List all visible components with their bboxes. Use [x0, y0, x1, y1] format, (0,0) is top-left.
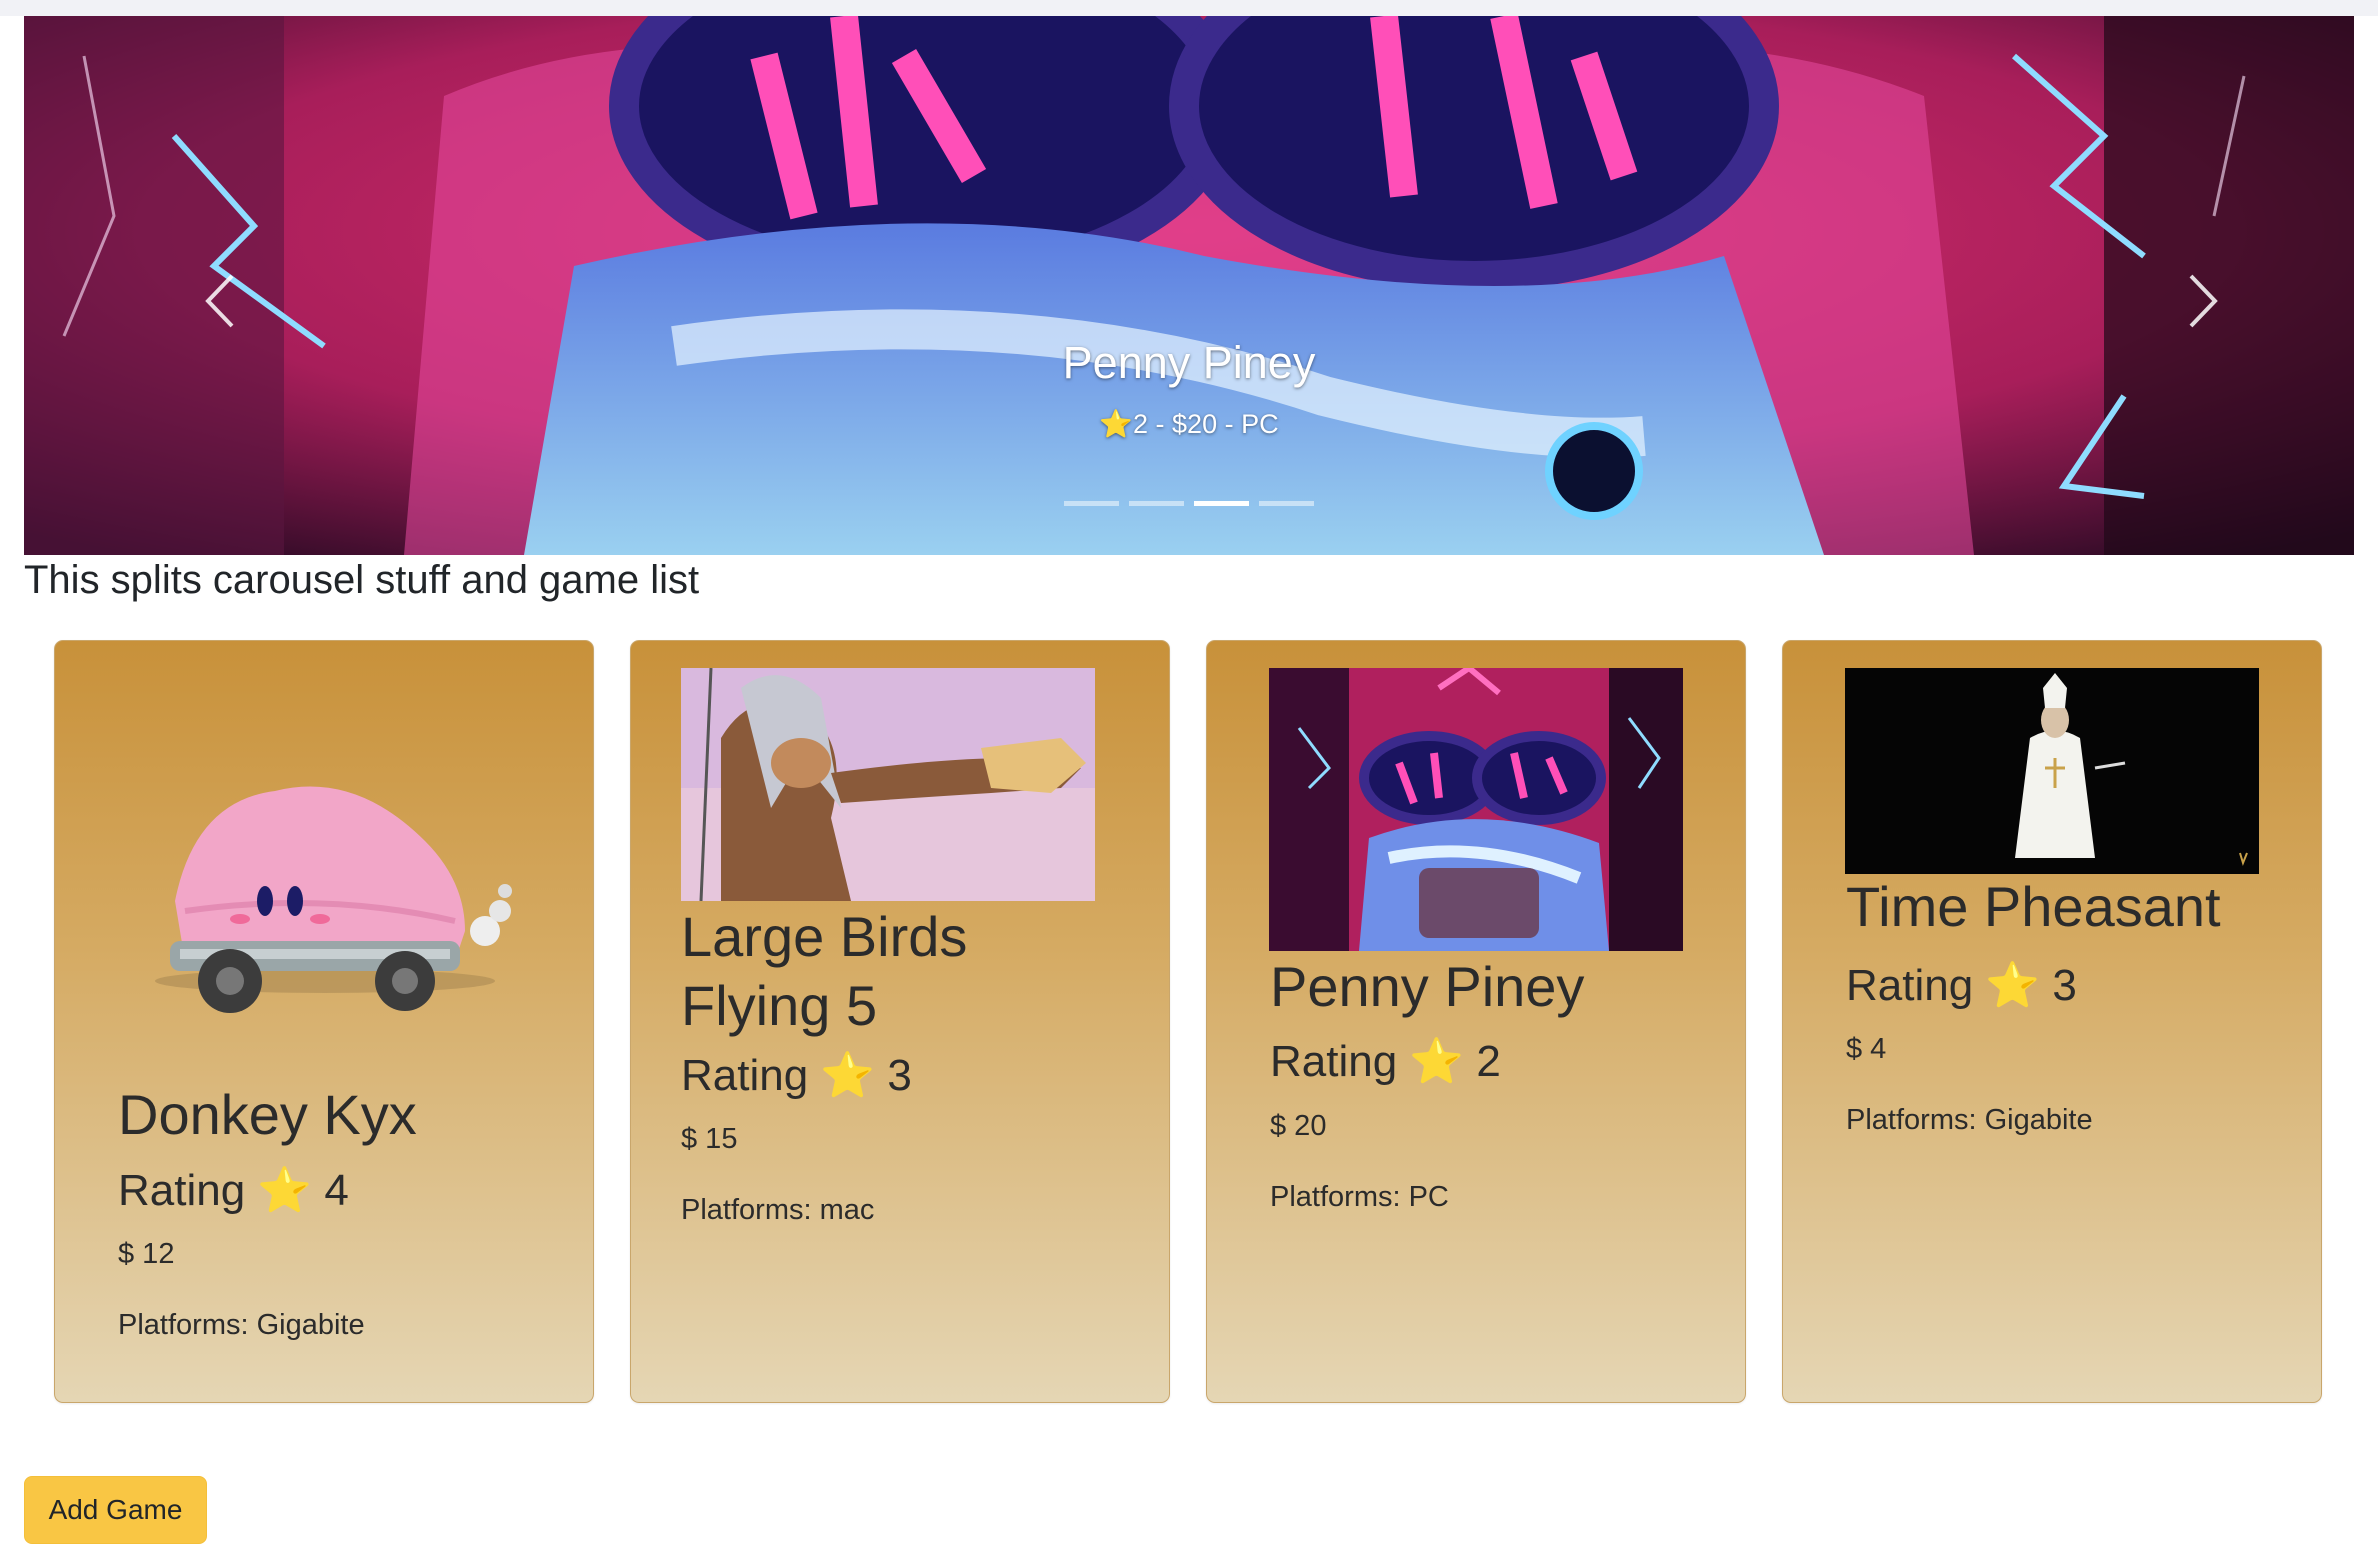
- carousel-caption-subtitle: ⭐2 - $20 - PC: [1099, 409, 1279, 439]
- carousel-indicator[interactable]: [1259, 501, 1314, 506]
- game-price: $ 15: [681, 1123, 738, 1155]
- game-image: [681, 668, 1095, 901]
- game-image: [1845, 668, 2259, 874]
- game-image: [125, 731, 525, 1021]
- carousel-indicator[interactable]: [1129, 501, 1184, 506]
- game-price: $ 4: [1846, 1033, 1887, 1065]
- game-card[interactable]: Donkey Kyx Rating ⭐ 4 $ 12 Platforms: Gi…: [54, 640, 594, 1403]
- carousel-indicators: [24, 501, 2354, 506]
- game-rating: Rating ⭐ 3: [1846, 961, 2077, 1010]
- chevron-right-icon: [2189, 274, 2218, 328]
- add-game-button[interactable]: Add Game: [24, 1476, 207, 1544]
- game-carousel[interactable]: Penny Piney ⭐2 - $20 - PC: [24, 16, 2354, 555]
- chevron-left-icon: [205, 274, 234, 328]
- carousel-caption-title: Penny Piney: [1062, 337, 1316, 388]
- game-platforms: Platforms: Gigabite: [118, 1309, 365, 1341]
- split-text: This splits carousel stuff and game list: [24, 558, 700, 602]
- game-title: Large Birds Flying 5: [681, 905, 968, 1037]
- carousel-indicator-active[interactable]: [1194, 501, 1249, 506]
- game-card[interactable]: Penny Piney Rating ⭐ 2 $ 20 Platforms: P…: [1206, 640, 1746, 1403]
- game-rating: Rating ⭐ 4: [118, 1166, 349, 1215]
- game-price: $ 20: [1270, 1110, 1327, 1142]
- game-title: Time Pheasant: [1846, 875, 2221, 938]
- game-card[interactable]: Time Pheasant Rating ⭐ 3 $ 4 Platforms: …: [1782, 640, 2322, 1403]
- game-rating: Rating ⭐ 2: [1270, 1037, 1501, 1086]
- carousel-caption: Penny Piney ⭐2 - $20 - PC: [24, 336, 2354, 440]
- carousel-slide-image: [24, 16, 2354, 555]
- game-rating: Rating ⭐ 3: [681, 1051, 912, 1100]
- game-platforms: Platforms: mac: [681, 1194, 875, 1226]
- game-title: Penny Piney: [1270, 955, 1585, 1018]
- game-title: Donkey Kyx: [118, 1083, 417, 1146]
- carousel-indicator[interactable]: [1064, 501, 1119, 506]
- game-image: [1269, 668, 1683, 951]
- game-platforms: Platforms: Gigabite: [1846, 1104, 2093, 1136]
- game-platforms: Platforms: PC: [1270, 1181, 1449, 1213]
- top-bar: [0, 0, 2378, 16]
- game-card[interactable]: Large Birds Flying 5 Rating ⭐ 3 $ 15 Pla…: [630, 640, 1170, 1403]
- game-price: $ 12: [118, 1238, 175, 1270]
